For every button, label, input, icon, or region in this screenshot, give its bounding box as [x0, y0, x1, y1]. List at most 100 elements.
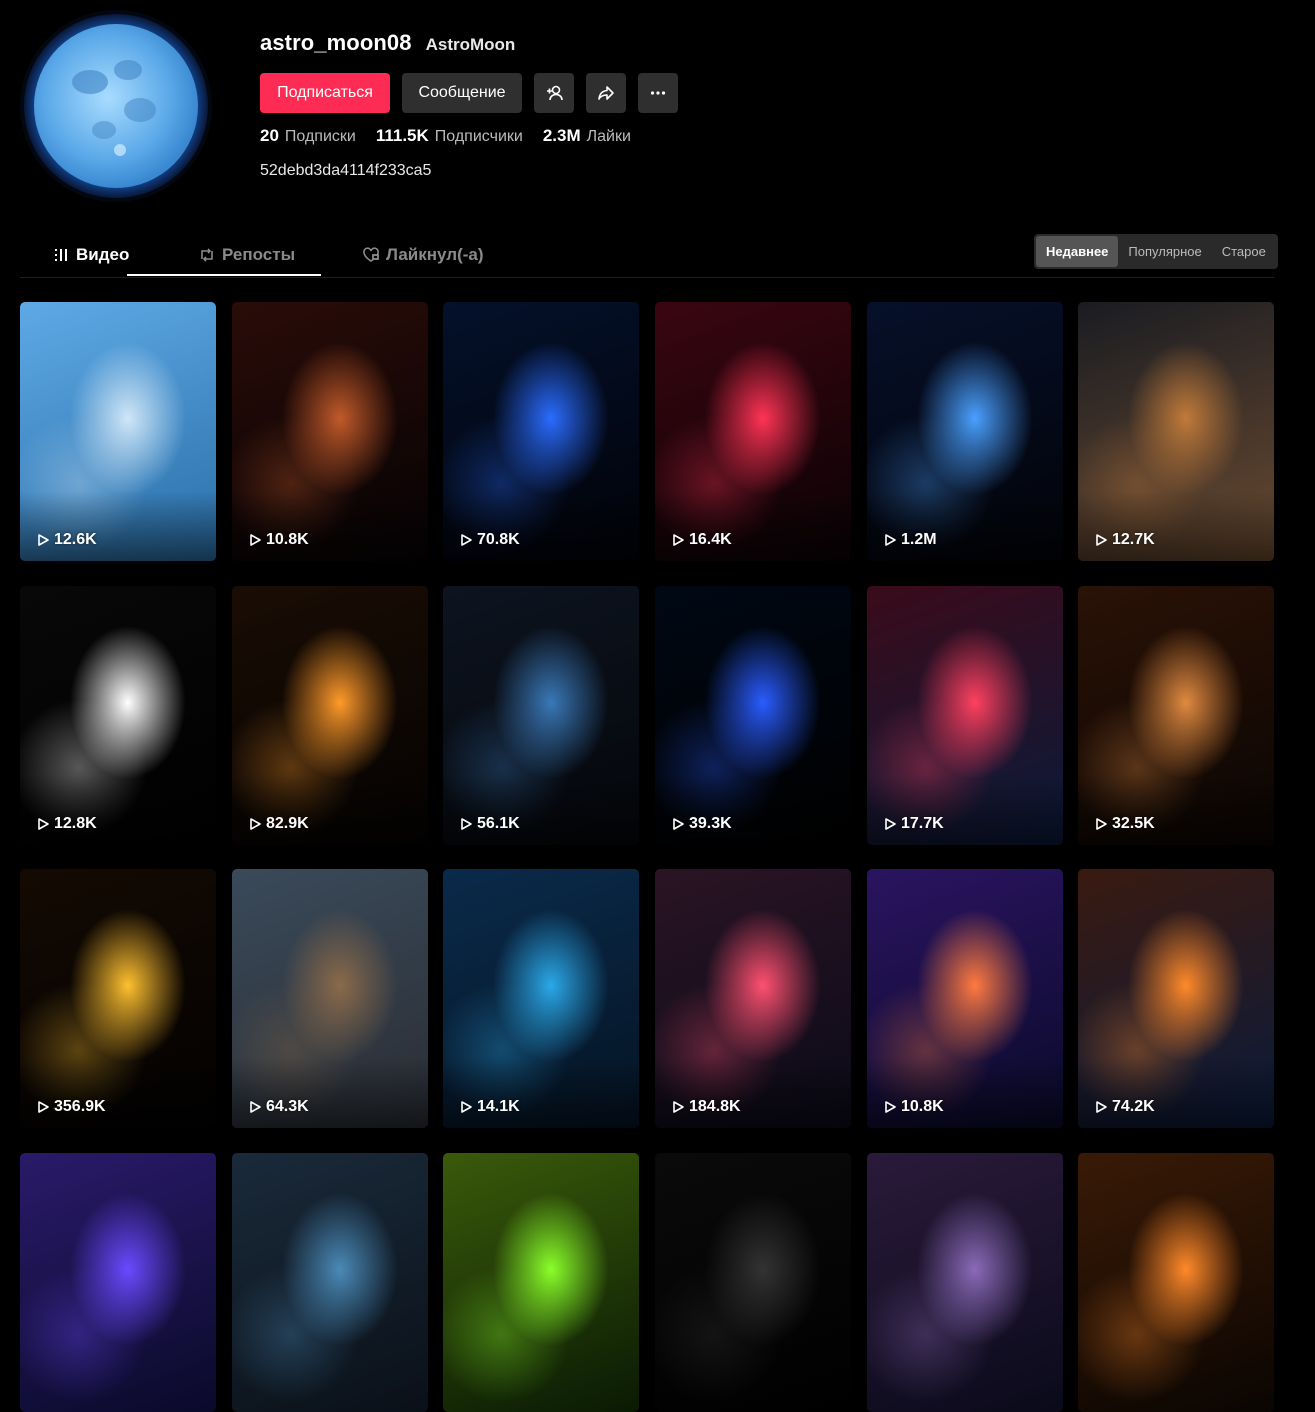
repost-icon — [201, 248, 213, 262]
avatar[interactable] — [20, 0, 212, 212]
view-count-text: 17.7K — [901, 815, 944, 832]
video-thumbnail — [867, 1153, 1063, 1412]
view-count: 39.3K — [671, 815, 732, 833]
video-thumbnail — [232, 1153, 428, 1412]
video-card[interactable]: 184.8K — [655, 869, 851, 1128]
play-icon — [885, 534, 896, 546]
view-count-text: 14.1K — [477, 1098, 520, 1115]
video-card[interactable]: 70.8K — [443, 302, 639, 561]
view-count: 82.9K — [248, 815, 309, 833]
view-count-text: 82.9K — [266, 815, 309, 832]
video-card[interactable]: 1.2M — [867, 302, 1063, 561]
play-icon — [673, 818, 684, 830]
video-card[interactable] — [1078, 1153, 1274, 1412]
sort-recent[interactable]: Недавнее — [1036, 236, 1119, 267]
stat-followers[interactable]: 111.5K Подписчики — [376, 126, 523, 146]
view-count: 12.7K — [1094, 531, 1155, 549]
bio: 52debd3da4114f233ca5 — [260, 162, 432, 179]
view-count: 14.1K — [459, 1098, 520, 1116]
stat-likes: 2.3M Лайки — [543, 126, 631, 146]
video-card[interactable] — [655, 1153, 851, 1412]
view-count-text: 12.6K — [54, 531, 97, 548]
stat-label: Подписчики — [434, 128, 523, 145]
video-thumbnail — [443, 1153, 639, 1412]
heart-lock-icon — [363, 247, 379, 262]
username: astro_moon08 — [260, 30, 412, 55]
video-card[interactable]: 17.7K — [867, 586, 1063, 845]
profile-stats: 20 Подписки 111.5K Подписчики 2.3M Лайки — [260, 126, 631, 146]
video-card[interactable]: 10.8K — [232, 302, 428, 561]
video-card[interactable] — [20, 1153, 216, 1412]
video-card[interactable]: 12.6K — [20, 302, 216, 561]
video-card[interactable]: 356.9K — [20, 869, 216, 1128]
tab-videos[interactable]: Видео — [54, 234, 129, 276]
view-count-text: 10.8K — [901, 1098, 944, 1115]
tab-label: Лайкнул(-а) — [386, 245, 484, 264]
add-friend-button[interactable] — [534, 73, 574, 113]
video-card[interactable]: 10.8K — [867, 869, 1063, 1128]
follow-button[interactable]: Подписаться — [260, 73, 390, 113]
view-count: 16.4K — [671, 531, 732, 549]
stat-following[interactable]: 20 Подписки — [260, 126, 356, 146]
video-card[interactable]: 12.7K — [1078, 302, 1274, 561]
play-icon — [1096, 534, 1107, 546]
video-card[interactable]: 16.4K — [655, 302, 851, 561]
play-icon — [885, 1101, 896, 1113]
view-count: 1.2M — [883, 531, 937, 549]
video-card[interactable] — [867, 1153, 1063, 1412]
tab-reposts[interactable]: Репосты — [198, 234, 295, 276]
play-icon — [461, 1101, 472, 1113]
video-card[interactable]: 12.8K — [20, 586, 216, 845]
video-card[interactable]: 14.1K — [443, 869, 639, 1128]
play-icon — [38, 818, 49, 830]
view-count-text: 356.9K — [54, 1098, 106, 1115]
play-icon — [250, 534, 261, 546]
sort-popular[interactable]: Популярное — [1118, 236, 1211, 267]
view-count-text: 39.3K — [689, 815, 732, 832]
video-card[interactable]: 39.3K — [655, 586, 851, 845]
tab-label: Репосты — [222, 245, 296, 264]
add-user-icon — [547, 85, 563, 101]
play-icon — [673, 1101, 684, 1113]
sort-oldest[interactable]: Старое — [1212, 236, 1276, 267]
play-icon — [461, 534, 472, 546]
message-button[interactable]: Сообщение — [402, 73, 522, 113]
video-card[interactable] — [443, 1153, 639, 1412]
tab-underline — [127, 274, 321, 276]
video-thumbnail — [655, 1153, 851, 1412]
share-icon — [598, 86, 614, 100]
view-count: 64.3K — [248, 1098, 309, 1116]
stat-label: Лайки — [586, 128, 631, 145]
play-icon — [1096, 818, 1107, 830]
view-count: 10.8K — [248, 531, 309, 549]
nickname: AstroMoon — [425, 35, 516, 54]
view-count: 12.6K — [36, 531, 97, 549]
play-icon — [461, 818, 472, 830]
share-button[interactable] — [586, 73, 626, 113]
more-icon — [650, 91, 666, 95]
play-icon — [885, 818, 896, 830]
view-count-text: 10.8K — [266, 531, 309, 548]
view-count-text: 32.5K — [1112, 815, 1155, 832]
play-icon — [673, 534, 684, 546]
stat-value: 2.3M — [542, 126, 581, 145]
view-count: 70.8K — [459, 531, 520, 549]
view-count: 74.2K — [1094, 1098, 1155, 1116]
video-thumbnail — [20, 1153, 216, 1412]
video-card[interactable]: 74.2K — [1078, 869, 1274, 1128]
view-count-text: 70.8K — [477, 531, 520, 548]
video-card[interactable]: 64.3K — [232, 869, 428, 1128]
play-icon — [38, 534, 49, 546]
video-card[interactable]: 56.1K — [443, 586, 639, 845]
play-icon — [1096, 1101, 1107, 1113]
play-icon — [250, 818, 261, 830]
video-card[interactable]: 32.5K — [1078, 586, 1274, 845]
stat-value: 20 — [260, 126, 279, 145]
video-card[interactable] — [232, 1153, 428, 1412]
view-count: 356.9K — [36, 1098, 106, 1116]
more-button[interactable] — [638, 73, 678, 113]
view-count: 184.8K — [671, 1098, 741, 1116]
view-count-text: 12.7K — [1112, 531, 1155, 548]
tab-liked[interactable]: Лайкнул(-а) — [362, 234, 484, 276]
video-card[interactable]: 82.9K — [232, 586, 428, 845]
